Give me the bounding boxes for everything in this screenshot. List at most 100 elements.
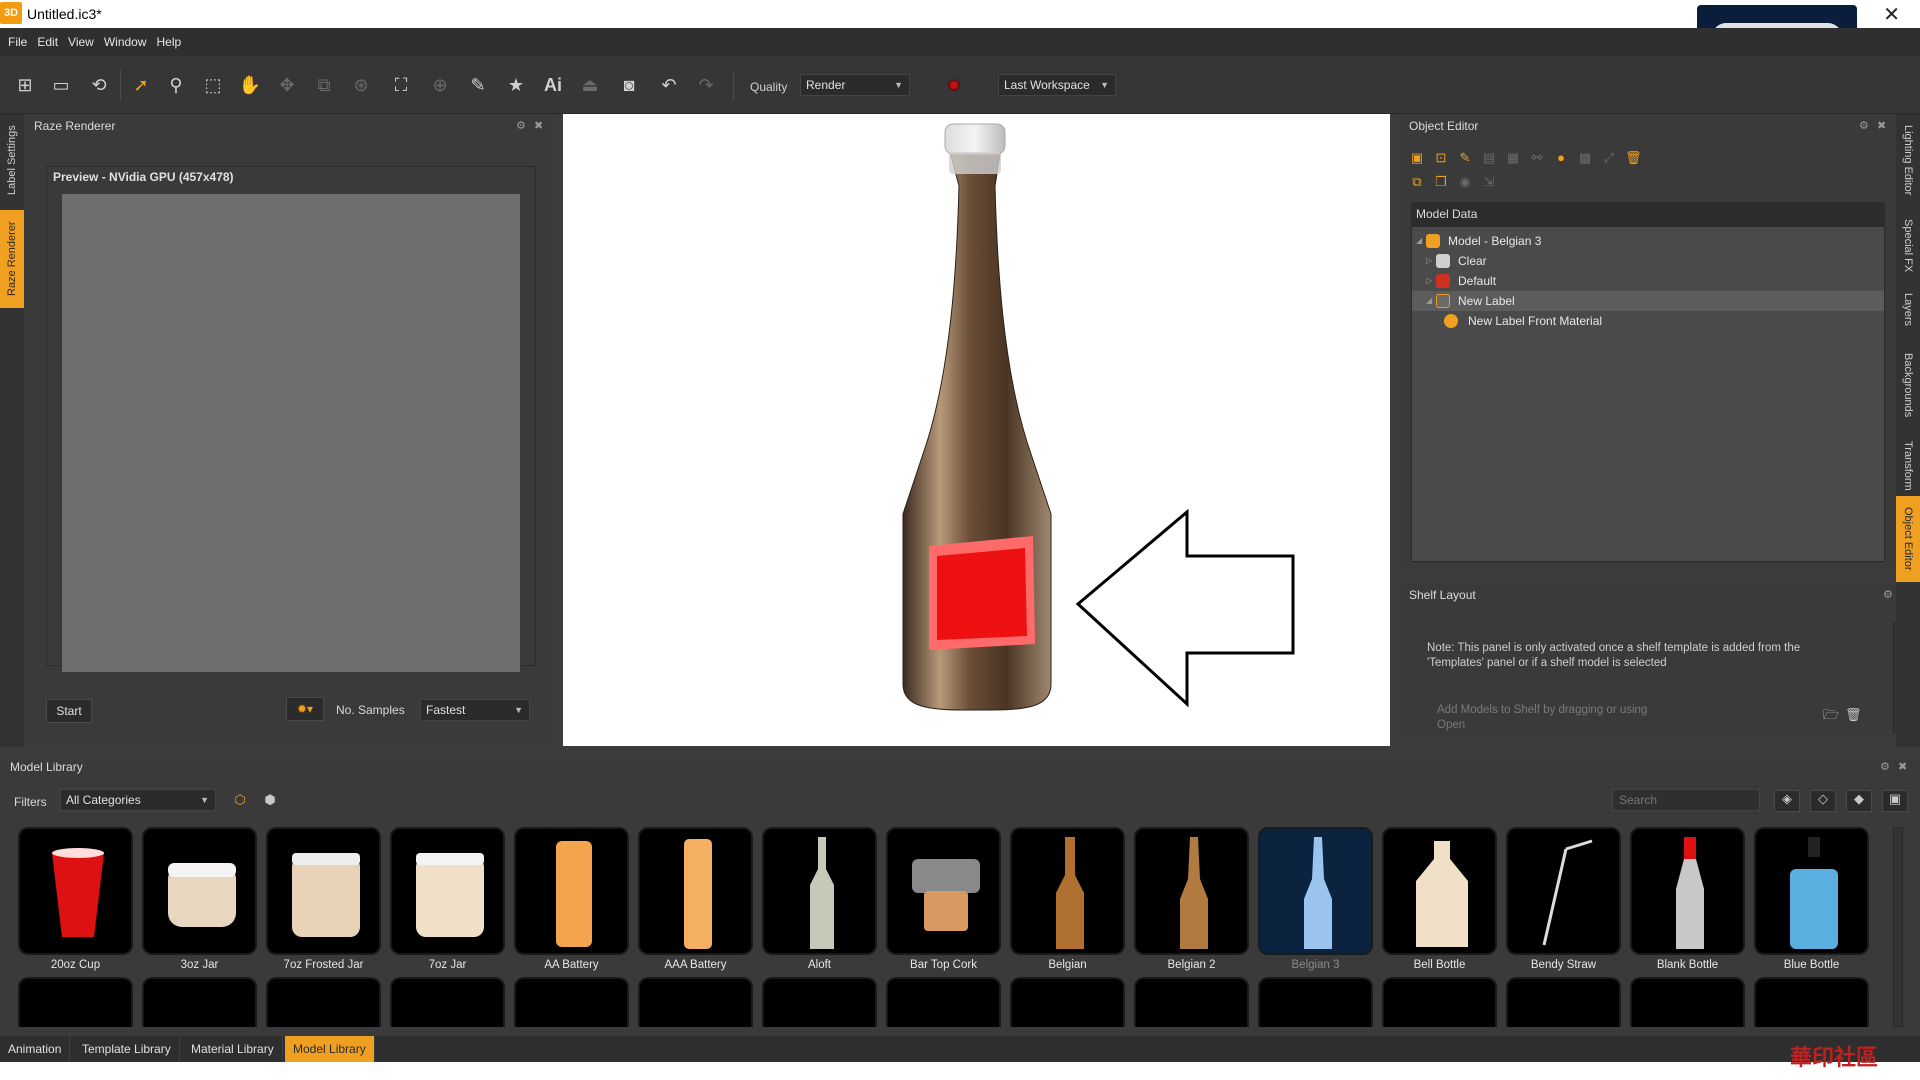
model-tile[interactable]: Blank Bottle: [1630, 827, 1745, 971]
model-tile[interactable]: 7oz Frosted Jar: [266, 827, 381, 971]
bottle-model[interactable]: [902, 123, 1052, 711]
tab-transform[interactable]: Transform: [1896, 434, 1920, 498]
tab-raze-renderer[interactable]: Raze Renderer: [0, 210, 24, 308]
zoom-icon[interactable]: ⚲: [163, 72, 189, 98]
menu-help[interactable]: Help: [152, 28, 187, 56]
pan-hand-icon[interactable]: ✋: [237, 72, 263, 98]
model-cube-icon[interactable]: ⬡: [232, 792, 248, 808]
tab-lighting-editor[interactable]: Lighting Editor: [1896, 114, 1920, 206]
trash-icon[interactable]: 🗑: [1625, 150, 1642, 166]
model-tile[interactable]: Belgian 2: [1134, 827, 1249, 971]
camera-icon[interactable]: ◙: [616, 72, 642, 98]
model-tile[interactable]: 20oz Cup: [18, 827, 133, 971]
collapse-arrow-icon[interactable]: ◢: [1426, 291, 1432, 311]
start-button[interactable]: Start: [46, 699, 92, 723]
model-tile[interactable]: [390, 977, 505, 1027]
settings-icon[interactable]: ⚙: [1859, 119, 1869, 132]
close-icon[interactable]: ✖: [1877, 119, 1886, 132]
copy-icon[interactable]: ⧉: [1409, 174, 1425, 190]
model-tile[interactable]: Aloft: [762, 827, 877, 971]
grid-icon[interactable]: ▦: [1505, 150, 1521, 166]
package-cube-icon[interactable]: ⬢: [262, 792, 278, 808]
tab-animation[interactable]: Animation: [0, 1036, 71, 1062]
model-tile[interactable]: [1754, 977, 1869, 1027]
tab-label-settings[interactable]: Label Settings: [0, 114, 24, 206]
add-object-icon[interactable]: ⊡: [1433, 150, 1449, 166]
edit-object-icon[interactable]: ✎: [1457, 150, 1473, 166]
trash-icon[interactable]: 🗑: [1845, 707, 1862, 723]
rotate-icon[interactable]: ⊛: [348, 72, 374, 98]
view-mode-icon[interactable]: ◈: [1774, 790, 1800, 812]
menu-view[interactable]: View: [63, 28, 99, 56]
settings-icon[interactable]: ⚙: [516, 119, 526, 132]
align-icon[interactable]: ⇲: [1481, 174, 1497, 190]
settings-icon[interactable]: ⚙: [1883, 588, 1893, 601]
ai-icon[interactable]: Ai: [540, 72, 566, 98]
library-scrollbar[interactable]: [1893, 827, 1903, 1027]
redo-icon[interactable]: ↷: [693, 72, 719, 98]
model-tile[interactable]: Belgian: [1010, 827, 1125, 971]
library-search-input[interactable]: [1612, 789, 1760, 811]
label-tool-icon[interactable]: ▣: [1409, 150, 1425, 166]
undo-icon[interactable]: ↶: [656, 72, 682, 98]
model-tile[interactable]: 3oz Jar: [142, 827, 257, 971]
model-tile[interactable]: [638, 977, 753, 1027]
stamp-icon[interactable]: ⏏: [577, 72, 603, 98]
record-icon[interactable]: [948, 79, 960, 91]
workspace-dropdown[interactable]: Last Workspace ▼: [998, 74, 1116, 96]
model-tile[interactable]: [1258, 977, 1373, 1027]
model-tile[interactable]: [18, 977, 133, 1027]
visibility-eye-icon[interactable]: ◉: [1457, 174, 1473, 190]
model-tile-selected[interactable]: Belgian 3: [1258, 827, 1373, 971]
favorite-star-icon[interactable]: ★: [503, 72, 529, 98]
move-icon[interactable]: ✥: [274, 72, 300, 98]
collapse-arrow-icon[interactable]: ◢: [1416, 231, 1422, 251]
duplicate-icon[interactable]: ❐: [1433, 174, 1449, 190]
tab-model-library[interactable]: Model Library: [285, 1036, 375, 1062]
tab-object-editor[interactable]: Object Editor: [1896, 496, 1920, 582]
model-tile[interactable]: Bar Top Cork: [886, 827, 1001, 971]
view-mode-icon[interactable]: ◆: [1846, 790, 1872, 812]
3d-viewport[interactable]: [563, 114, 1390, 746]
pin-icon[interactable]: ⤢: [1601, 150, 1617, 166]
model-tile[interactable]: AAA Battery: [638, 827, 753, 971]
tree-item-default[interactable]: ▷ Default: [1412, 271, 1884, 291]
view-mode-icon[interactable]: ▣: [1882, 790, 1908, 812]
model-tile[interactable]: [1134, 977, 1249, 1027]
model-tile[interactable]: [762, 977, 877, 1027]
model-tile[interactable]: [886, 977, 1001, 1027]
zoom-region-icon[interactable]: ⬚: [200, 72, 226, 98]
quality-dropdown[interactable]: Render ▼: [800, 74, 910, 96]
model-tile[interactable]: [514, 977, 629, 1027]
view-mode-icon[interactable]: ◇: [1810, 790, 1836, 812]
tab-special-fx[interactable]: Special FX: [1896, 212, 1920, 280]
tree-item-new-label[interactable]: ◢ New Label: [1412, 291, 1884, 311]
open-folder-icon[interactable]: ▭: [48, 72, 74, 98]
menu-file[interactable]: File: [0, 28, 32, 56]
tab-material-library[interactable]: Material Library: [183, 1036, 283, 1062]
menu-edit[interactable]: Edit: [32, 28, 63, 56]
close-window-button[interactable]: ✕: [1883, 2, 1900, 27]
new-file-icon[interactable]: ⊞: [12, 72, 38, 98]
save-icon[interactable]: ⟲: [86, 72, 112, 98]
model-tile[interactable]: Bell Bottle: [1382, 827, 1497, 971]
model-tile[interactable]: Blue Bottle: [1754, 827, 1869, 971]
tab-layers[interactable]: Layers: [1896, 284, 1920, 336]
material-icon[interactable]: ●: [1553, 150, 1569, 166]
model-tile[interactable]: [1010, 977, 1125, 1027]
mask-icon[interactable]: ▤: [1481, 150, 1497, 166]
close-icon[interactable]: ✖: [534, 119, 543, 132]
open-folder-icon[interactable]: 🗁: [1823, 707, 1839, 723]
model-tile[interactable]: [1506, 977, 1621, 1027]
model-tile[interactable]: [142, 977, 257, 1027]
samples-dropdown[interactable]: Fastest ▼: [420, 699, 530, 721]
close-icon[interactable]: ✖: [1898, 760, 1907, 773]
model-tile[interactable]: Bendy Straw: [1506, 827, 1621, 971]
model-tile[interactable]: [1382, 977, 1497, 1027]
gear-dropdown-button[interactable]: ✹▾: [286, 697, 324, 721]
tree-item-model[interactable]: ◢ Model - Belgian 3: [1412, 231, 1884, 251]
model-tile[interactable]: [1630, 977, 1745, 1027]
expand-arrow-icon[interactable]: ▷: [1426, 251, 1432, 271]
tab-template-library[interactable]: Template Library: [74, 1036, 180, 1062]
texture-icon[interactable]: ▩: [1577, 150, 1593, 166]
